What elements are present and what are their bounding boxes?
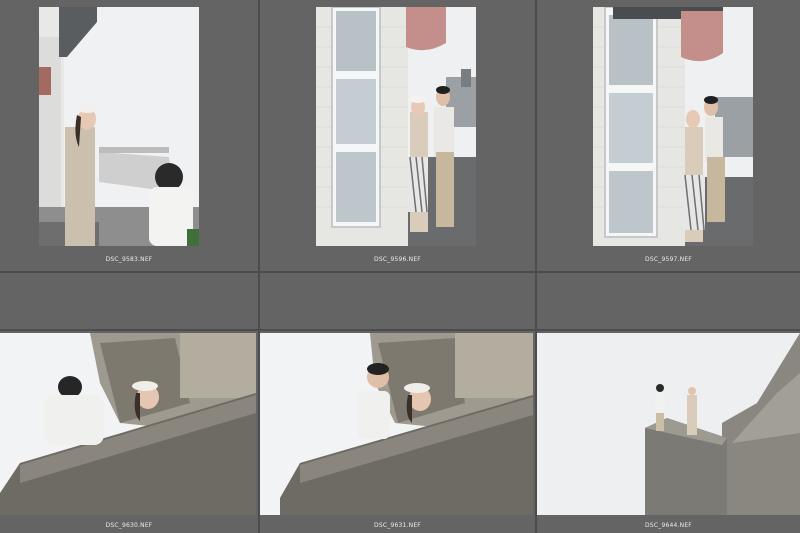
- thumbnail-cell-1[interactable]: DSC_9583.NEF: [0, 0, 258, 271]
- grid-divider: [535, 0, 537, 271]
- photo-thumbnail[interactable]: [260, 333, 533, 515]
- grid-divider: [0, 271, 800, 273]
- thumbnail-filename: DSC_9631.NEF: [374, 522, 421, 529]
- thumbnail-filename: DSC_9644.NEF: [645, 522, 692, 529]
- grid-divider: [535, 331, 537, 533]
- grid-divider: [535, 272, 537, 331]
- empty-grid-row: [0, 272, 800, 329]
- thumbnail-cell-5[interactable]: DSC_9631.NEF: [260, 331, 535, 533]
- photo-thumbnail[interactable]: [0, 333, 256, 515]
- thumbnail-cell-2[interactable]: DSC_9596.NEF: [260, 0, 535, 271]
- photo-thumbnail[interactable]: [39, 7, 199, 246]
- photo-thumbnail[interactable]: [537, 333, 800, 515]
- thumbnail-cell-6[interactable]: DSC_9644.NEF: [537, 331, 800, 533]
- grid-divider: [258, 0, 260, 271]
- photo-thumbnail[interactable]: [593, 7, 753, 246]
- thumbnail-filename: DSC_9583.NEF: [105, 256, 153, 263]
- grid-divider: [258, 331, 260, 533]
- grid-divider: [258, 272, 260, 331]
- photo-grid: DSC_9583.NEF DSC_9596.NEF DSC_9597.NEF D…: [0, 0, 800, 533]
- thumbnail-filename: DSC_9630.NEF: [105, 522, 153, 529]
- thumbnail-cell-4[interactable]: DSC_9630.NEF: [0, 331, 258, 533]
- thumbnail-filename: DSC_9596.NEF: [374, 256, 421, 263]
- grid-divider: [0, 329, 800, 331]
- thumbnail-filename: DSC_9597.NEF: [645, 256, 692, 263]
- thumbnail-cell-3[interactable]: DSC_9597.NEF: [537, 0, 800, 271]
- photo-thumbnail[interactable]: [316, 7, 476, 246]
